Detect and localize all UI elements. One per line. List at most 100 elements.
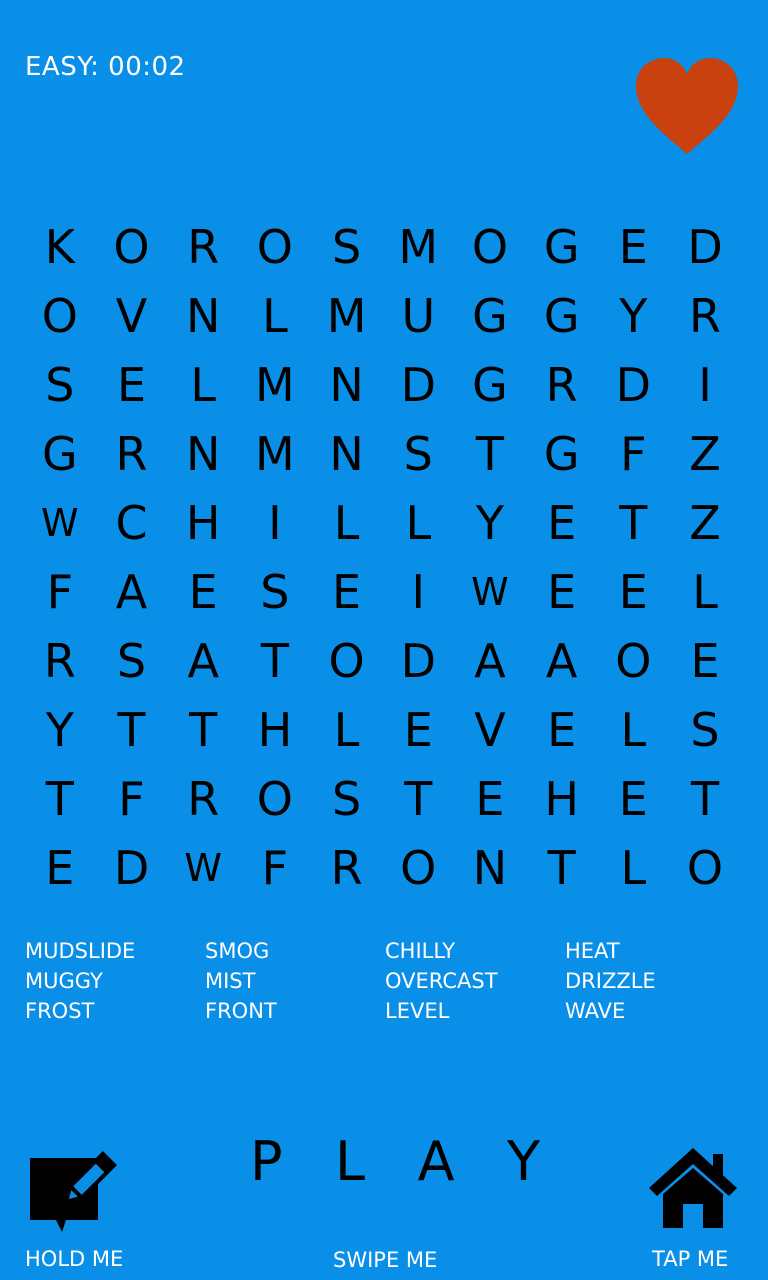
grid-letter[interactable]: E xyxy=(526,488,598,557)
grid-letter[interactable]: T xyxy=(167,695,239,764)
grid-letter[interactable]: E xyxy=(454,764,526,833)
grid-letter[interactable]: S xyxy=(382,419,454,488)
grid-letter[interactable]: R xyxy=(96,419,168,488)
grid-letter[interactable]: Y xyxy=(598,281,670,350)
grid-letter[interactable]: R xyxy=(526,350,598,419)
grid-letter[interactable]: T xyxy=(382,764,454,833)
grid-letter[interactable]: T xyxy=(96,695,168,764)
grid-letter[interactable]: O xyxy=(382,833,454,902)
grid-letter[interactable]: N xyxy=(454,833,526,902)
grid-letter[interactable]: L xyxy=(382,488,454,557)
grid-letter[interactable]: I xyxy=(669,350,741,419)
grid-letter[interactable]: R xyxy=(24,626,96,695)
grid-letter[interactable]: L xyxy=(669,557,741,626)
grid-letter[interactable]: K xyxy=(24,212,96,281)
grid-letter[interactable]: S xyxy=(24,350,96,419)
grid-letter[interactable]: H xyxy=(167,488,239,557)
grid-letter[interactable]: T xyxy=(24,764,96,833)
grid-letter[interactable]: E xyxy=(96,350,168,419)
grid-letter[interactable]: F xyxy=(239,833,311,902)
grid-letter[interactable]: N xyxy=(311,350,383,419)
grid-letter[interactable]: L xyxy=(598,695,670,764)
grid-letter[interactable]: L xyxy=(167,350,239,419)
grid-letter[interactable]: R xyxy=(311,833,383,902)
grid-letter[interactable]: E xyxy=(167,557,239,626)
grid-letter[interactable]: E xyxy=(598,764,670,833)
grid-letter[interactable]: G xyxy=(526,419,598,488)
letter-grid[interactable]: KOROSMOGEDOVNLMUGGYRSELMNDGRDIGRNMNSTGFZ… xyxy=(24,212,744,902)
grid-letter[interactable]: N xyxy=(167,281,239,350)
grid-letter[interactable]: Y xyxy=(454,488,526,557)
grid-letter[interactable]: O xyxy=(239,764,311,833)
grid-letter[interactable]: M xyxy=(239,419,311,488)
grid-letter[interactable]: F xyxy=(24,557,96,626)
grid-letter[interactable]: E xyxy=(311,557,383,626)
grid-letter[interactable]: G xyxy=(526,212,598,281)
grid-letter[interactable]: G xyxy=(454,350,526,419)
grid-letter[interactable]: T xyxy=(669,764,741,833)
grid-letter[interactable]: S xyxy=(311,212,383,281)
grid-letter[interactable]: A xyxy=(454,626,526,695)
grid-letter[interactable]: T xyxy=(239,626,311,695)
grid-letter[interactable]: D xyxy=(382,350,454,419)
grid-letter[interactable]: D xyxy=(598,350,670,419)
grid-letter[interactable]: A xyxy=(167,626,239,695)
grid-letter[interactable]: D xyxy=(96,833,168,902)
grid-letter[interactable]: H xyxy=(526,764,598,833)
grid-letter[interactable]: E xyxy=(598,212,670,281)
grid-letter[interactable]: E xyxy=(382,695,454,764)
grid-letter[interactable]: R xyxy=(167,764,239,833)
grid-letter[interactable]: Z xyxy=(669,488,741,557)
edit-note-icon[interactable] xyxy=(28,1140,124,1232)
grid-letter[interactable]: L xyxy=(239,281,311,350)
grid-letter[interactable]: O xyxy=(96,212,168,281)
grid-letter[interactable]: W xyxy=(167,833,239,902)
grid-letter[interactable]: N xyxy=(311,419,383,488)
grid-letter[interactable]: F xyxy=(598,419,670,488)
grid-letter[interactable]: W xyxy=(454,557,526,626)
grid-letter[interactable]: S xyxy=(96,626,168,695)
grid-letter[interactable]: E xyxy=(669,626,741,695)
grid-letter[interactable]: S xyxy=(669,695,741,764)
grid-letter[interactable]: M xyxy=(311,281,383,350)
grid-letter[interactable]: Z xyxy=(669,419,741,488)
grid-letter[interactable]: O xyxy=(598,626,670,695)
grid-letter[interactable]: L xyxy=(311,695,383,764)
grid-letter[interactable]: V xyxy=(96,281,168,350)
play-button[interactable]: PLAY xyxy=(250,1130,540,1193)
grid-letter[interactable]: G xyxy=(454,281,526,350)
grid-letter[interactable]: M xyxy=(382,212,454,281)
grid-letter[interactable]: L xyxy=(598,833,670,902)
grid-letter[interactable]: O xyxy=(669,833,741,902)
grid-letter[interactable]: D xyxy=(669,212,741,281)
grid-letter[interactable]: C xyxy=(96,488,168,557)
grid-letter[interactable]: S xyxy=(239,557,311,626)
grid-letter[interactable]: Y xyxy=(24,695,96,764)
grid-letter[interactable]: F xyxy=(96,764,168,833)
grid-letter[interactable]: M xyxy=(239,350,311,419)
grid-letter[interactable]: T xyxy=(598,488,670,557)
grid-letter[interactable]: U xyxy=(382,281,454,350)
grid-letter[interactable]: W xyxy=(24,488,96,557)
grid-letter[interactable]: G xyxy=(24,419,96,488)
grid-letter[interactable]: E xyxy=(24,833,96,902)
grid-letter[interactable]: N xyxy=(167,419,239,488)
grid-letter[interactable]: I xyxy=(382,557,454,626)
grid-letter[interactable]: E xyxy=(526,695,598,764)
grid-letter[interactable]: O xyxy=(239,212,311,281)
heart-icon[interactable] xyxy=(634,56,740,156)
grid-letter[interactable]: E xyxy=(598,557,670,626)
grid-letter[interactable]: E xyxy=(526,557,598,626)
grid-letter[interactable]: V xyxy=(454,695,526,764)
home-icon[interactable] xyxy=(647,1144,739,1230)
grid-letter[interactable]: R xyxy=(669,281,741,350)
grid-letter[interactable]: T xyxy=(526,833,598,902)
grid-letter[interactable]: L xyxy=(311,488,383,557)
grid-letter[interactable]: T xyxy=(454,419,526,488)
grid-letter[interactable]: G xyxy=(526,281,598,350)
grid-letter[interactable]: D xyxy=(382,626,454,695)
grid-letter[interactable]: I xyxy=(239,488,311,557)
grid-letter[interactable]: A xyxy=(96,557,168,626)
grid-letter[interactable]: O xyxy=(24,281,96,350)
grid-letter[interactable]: O xyxy=(311,626,383,695)
